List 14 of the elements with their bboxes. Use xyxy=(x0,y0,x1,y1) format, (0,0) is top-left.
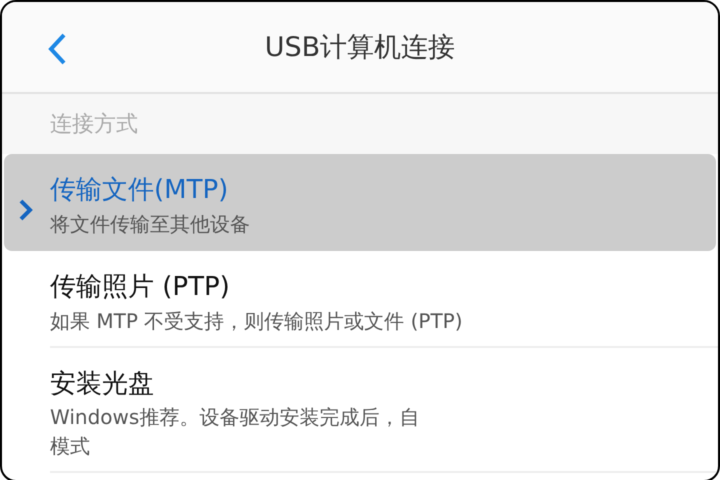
chevron-icon xyxy=(18,198,34,222)
option-title: 传输照片 (PTP) xyxy=(50,270,231,304)
connection-option[interactable]: 传输照片 (PTP) 如果 MTP 不受支持，则传输照片或文件 (PTP) xyxy=(2,250,718,348)
connection-option[interactable]: 安装光盘 Windows推荐。设备驱动安装完成后，自 模式 xyxy=(2,348,718,474)
option-title: 安装光盘 xyxy=(50,368,155,401)
back-icon[interactable] xyxy=(46,32,68,66)
option-description: Windows推荐。设备驱动安装完成后，自 xyxy=(50,405,420,430)
option-title: 传输文件(MTP) xyxy=(50,174,230,207)
option-description: 将文件传输至其他设备 xyxy=(50,212,251,237)
option-description: 模式 xyxy=(50,434,91,460)
section-title: 连接方式 xyxy=(50,111,138,139)
connection-option[interactable]: 传输文件(MTP) 将文件传输至其他设备 xyxy=(4,154,716,251)
option-description: 如果 MTP 不受支持，则传输照片或文件 (PTP) xyxy=(50,308,464,334)
page-title: USB计算机连接 xyxy=(264,31,456,65)
